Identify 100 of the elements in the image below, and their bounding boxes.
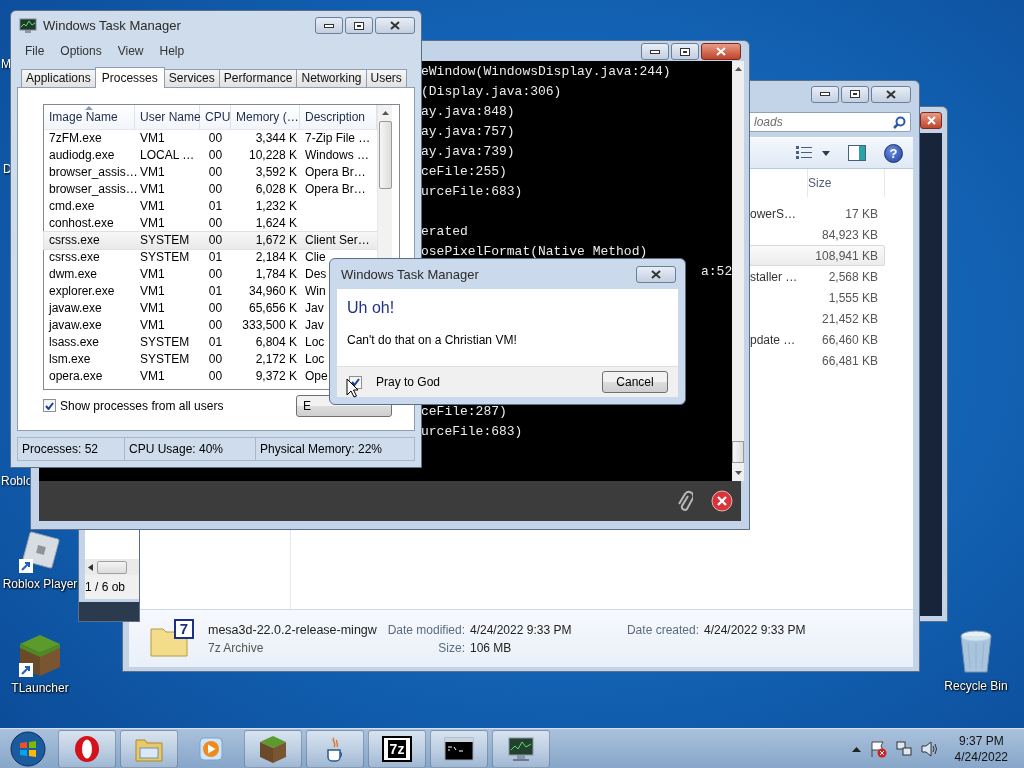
network-icon xyxy=(894,739,913,758)
process-row[interactable]: 7zFM.exe VM1 00 3,344 K 7-Zip File … xyxy=(44,129,377,147)
minimize-button[interactable] xyxy=(811,85,839,103)
table-cell: Clie xyxy=(305,250,326,265)
table-cell: 00 xyxy=(208,165,223,180)
console-line: (Display.java:306) xyxy=(421,83,562,101)
maximize-button[interactable] xyxy=(841,85,869,103)
maximize-icon xyxy=(850,90,860,98)
file-row[interactable]: 108,941 KB xyxy=(749,245,885,266)
table-cell: 00 xyxy=(208,369,223,384)
file-size: 66,481 KB xyxy=(820,353,879,368)
table-cell: Jav xyxy=(305,301,324,316)
table-cell: 7-Zip File … xyxy=(305,131,371,146)
table-cell: 00 xyxy=(208,267,223,282)
scrollbar-thumb[interactable] xyxy=(97,560,127,574)
tab[interactable]: Users xyxy=(365,68,407,87)
table-cell: lsm.exe xyxy=(49,352,91,367)
console-line: ay.java:848) xyxy=(421,103,515,121)
tab[interactable]: Applications xyxy=(21,68,96,87)
minimize-button[interactable] xyxy=(315,17,343,35)
process-row[interactable]: csrss.exe SYSTEM 00 1,672 K Client Ser… xyxy=(44,231,377,249)
window-title: Windows Task Manager xyxy=(341,266,479,282)
maximize-button[interactable] xyxy=(671,43,699,60)
scroll-up-icon xyxy=(381,110,389,115)
taskbar-button[interactable] xyxy=(430,729,488,768)
table-cell: Opera Br… xyxy=(305,165,366,180)
field-value: 4/24/2022 9:33 PM xyxy=(470,622,573,637)
column-header[interactable]: Image Name xyxy=(44,104,135,129)
search-field[interactable]: loads xyxy=(747,112,911,132)
column-header[interactable]: Memory (… xyxy=(231,104,300,129)
icon-label[interactable]: Roblox Player xyxy=(2,577,78,591)
checkbox[interactable] xyxy=(43,399,56,413)
horizontal-scrollbar[interactable] xyxy=(85,559,139,575)
maximize-icon xyxy=(354,21,364,30)
scrollbar-thumb[interactable] xyxy=(732,441,745,463)
file-row[interactable]: staller … 2,568 KB xyxy=(749,266,885,287)
search-input[interactable]: loads xyxy=(754,115,893,129)
table-cell: dwm.exe xyxy=(49,267,98,282)
column-header[interactable]: Size xyxy=(807,169,885,197)
process-row[interactable]: browser_assis… VM1 00 3,592 K Opera Br… xyxy=(44,163,377,181)
icon-label[interactable]: Recycle Bin xyxy=(944,679,1008,693)
close-button[interactable] xyxy=(701,43,741,60)
column-header[interactable]: CPU xyxy=(200,104,231,129)
table-cell: LOCAL … xyxy=(140,148,195,163)
help-icon[interactable]: ? xyxy=(884,143,903,163)
table-cell: conhost.exe xyxy=(49,216,114,231)
file-row[interactable]: 1,555 KB xyxy=(749,287,885,308)
table-cell: 9,372 K xyxy=(255,369,297,384)
table-cell: 01 xyxy=(208,335,223,350)
menu-item[interactable]: File xyxy=(17,43,53,58)
close-button[interactable] xyxy=(871,85,911,103)
field-label: Date created: xyxy=(625,622,700,637)
vertical-scrollbar[interactable] xyxy=(732,61,745,481)
table-cell: browser_assis… xyxy=(49,165,138,180)
table-cell: 1,672 K xyxy=(255,233,297,248)
file-name: owerS… xyxy=(750,206,797,221)
close-button[interactable] xyxy=(636,265,676,283)
process-row[interactable]: cmd.exe VM1 01 1,232 K xyxy=(44,197,377,215)
close-button[interactable] xyxy=(920,111,942,129)
close-button[interactable] xyxy=(375,17,415,35)
file-row[interactable]: pdate … 66,460 KB xyxy=(749,329,885,350)
table-cell: javaw.exe xyxy=(49,318,102,333)
taskbar-button[interactable] xyxy=(492,729,550,768)
sort-arrow-icon xyxy=(85,105,93,110)
tab[interactable]: Services xyxy=(163,68,220,87)
menu-item[interactable]: Options xyxy=(52,43,110,58)
file-row[interactable]: owerS… 17 KB xyxy=(749,203,885,224)
show-hidden-icons-icon xyxy=(851,745,861,752)
tab[interactable]: Networking xyxy=(296,68,367,87)
maximize-button[interactable] xyxy=(345,17,373,35)
minimize-button[interactable] xyxy=(641,43,669,60)
mouse-pointer-icon xyxy=(346,378,358,398)
console-line: erated xyxy=(421,223,468,241)
file-row[interactable]: 84,923 KB xyxy=(749,224,885,245)
table-cell: 6,804 K xyxy=(255,335,297,350)
icon-label[interactable]: TLauncher xyxy=(11,681,69,695)
grass-block-icon xyxy=(17,632,63,678)
column-header[interactable]: User Name xyxy=(135,104,200,129)
table-cell: 01 xyxy=(208,250,223,265)
process-row[interactable]: conhost.exe VM1 00 1,624 K xyxy=(44,214,377,232)
file-row[interactable]: 21,452 KB xyxy=(749,308,885,329)
cancel-button[interactable]: Cancel xyxy=(602,371,668,393)
menu-item[interactable]: View xyxy=(109,43,152,58)
tab[interactable]: Processes xyxy=(94,66,165,88)
scrollbar-thumb[interactable] xyxy=(378,120,392,189)
table-cell: lsass.exe xyxy=(49,335,100,350)
taskbar-button[interactable] xyxy=(244,729,302,768)
table-cell: csrss.exe xyxy=(49,233,100,248)
process-row[interactable]: audiodg.exe LOCAL … 00 10,228 K Windows … xyxy=(44,146,377,164)
table-cell: 1,784 K xyxy=(255,267,297,282)
table-cell: 00 xyxy=(208,318,223,333)
file-size: 108,941 KB xyxy=(814,248,879,263)
table-cell: 00 xyxy=(208,301,223,316)
menu-item[interactable]: Help xyxy=(151,43,193,58)
close-icon xyxy=(716,47,726,56)
process-row[interactable]: browser_assis… VM1 00 6,028 K Opera Br… xyxy=(44,180,377,198)
tab[interactable]: Performance xyxy=(218,68,298,87)
file-row[interactable]: 66,481 KB xyxy=(749,350,885,371)
table-cell: Loc xyxy=(305,335,325,350)
taskbar-button[interactable]: 7z xyxy=(368,729,426,768)
